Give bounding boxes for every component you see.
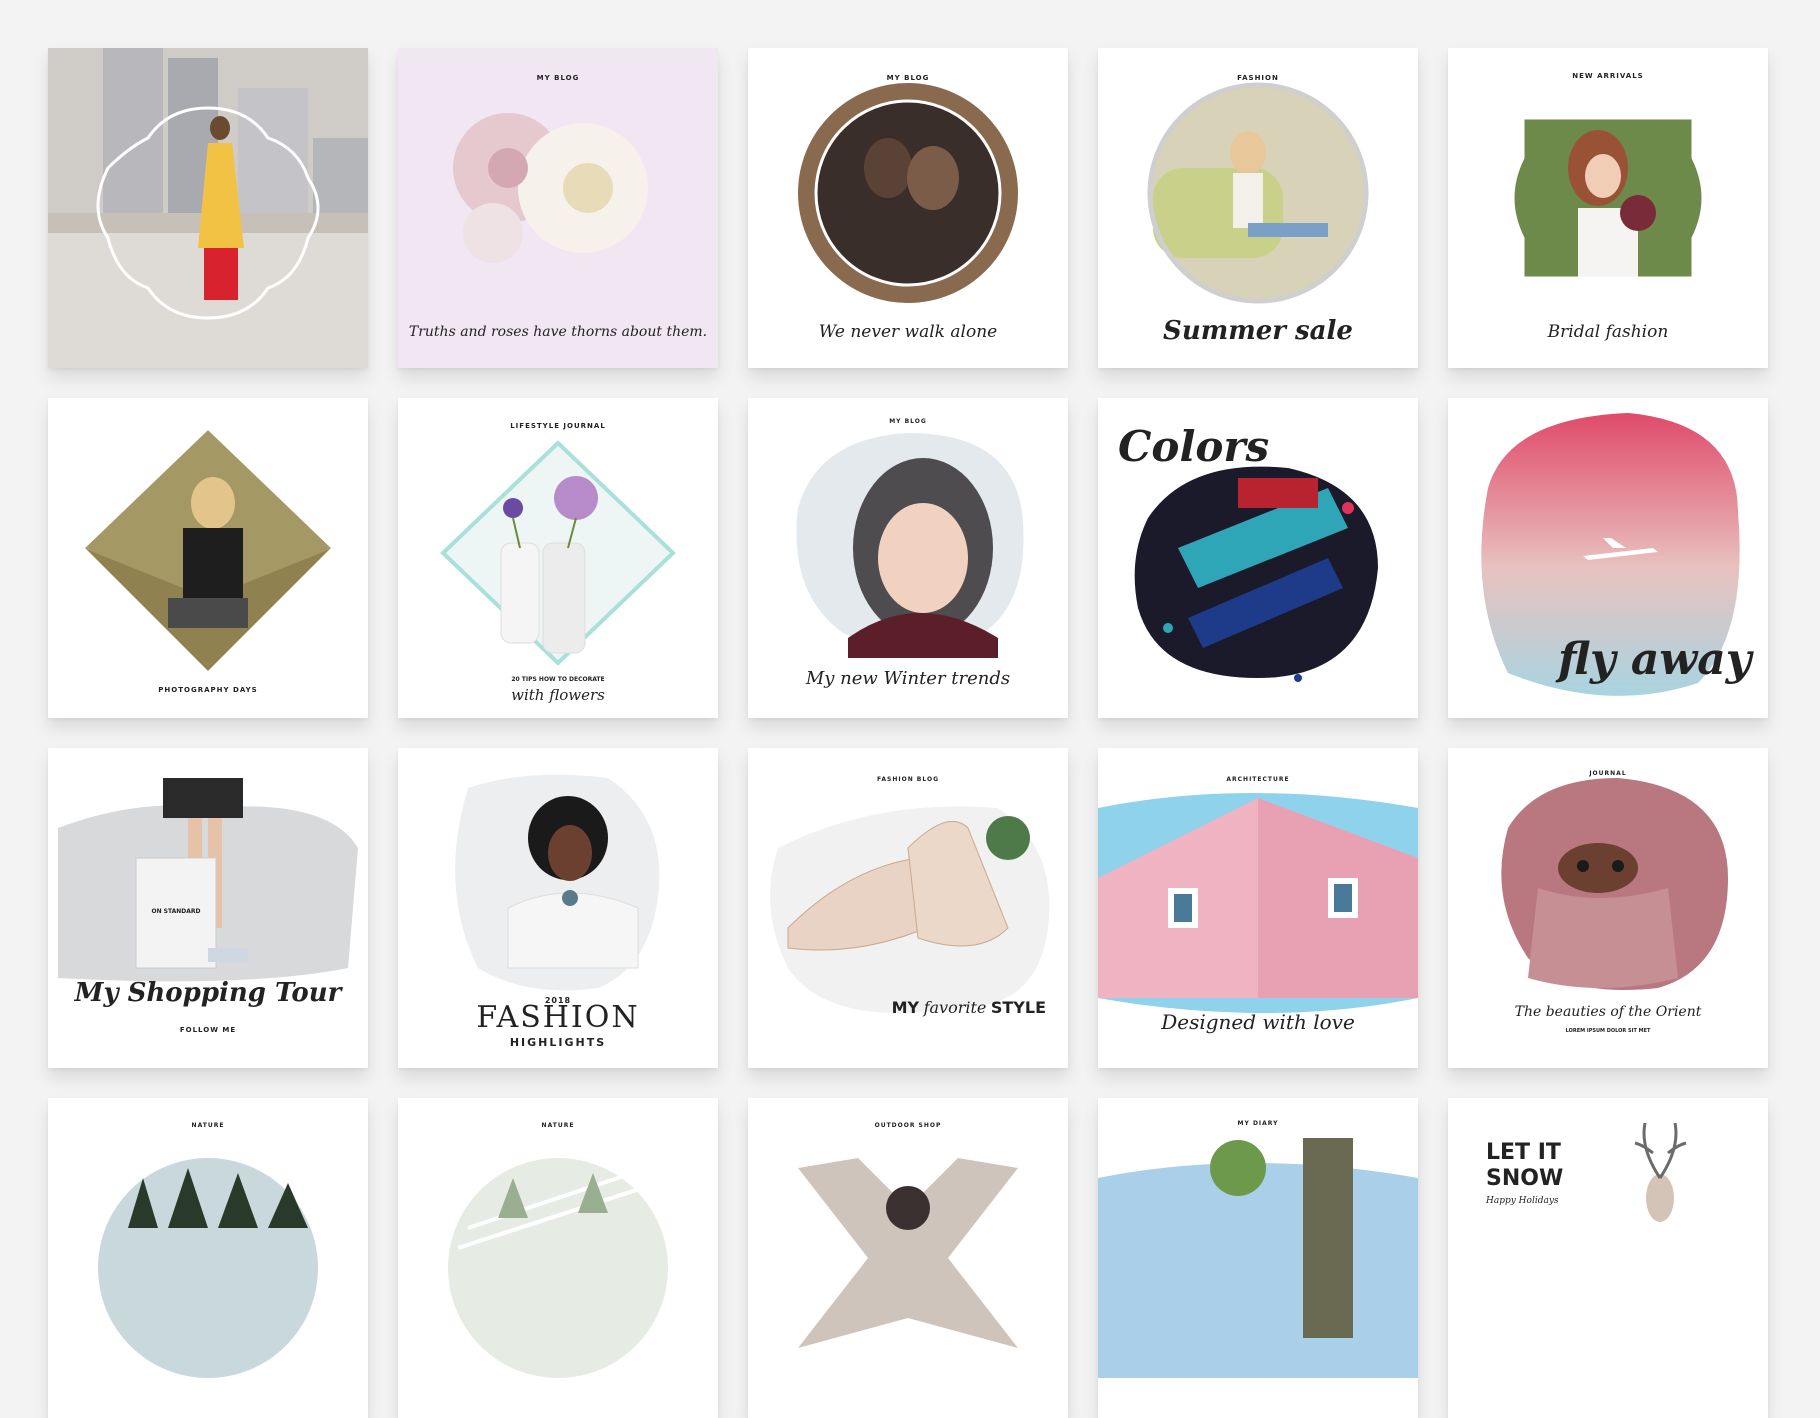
template-card-15[interactable]: JOURNAL The beauties of the Orient LOREM… — [1448, 748, 1768, 1068]
card-title: FASHION — [476, 1000, 640, 1035]
template-card-3[interactable]: MY BLOG We never walk alone — [748, 48, 1068, 368]
template-card-2[interactable]: MY BLOG Truths and roses have thorns abo… — [398, 48, 718, 368]
card-subtitle: HIGHLIGHTS — [509, 1036, 607, 1049]
forest-photo — [98, 1158, 318, 1378]
template-card-7[interactable]: LIFESTYLE JOURNAL 20 TIPS HOW TO DECORAT… — [398, 398, 718, 718]
vases-photo — [440, 440, 676, 666]
card-top-label: ARCHITECTURE — [1226, 776, 1290, 783]
template-card-16[interactable]: NATURE — [48, 1098, 368, 1418]
scarf-woman-photo — [1501, 778, 1728, 990]
card-title-line-1: LET IT — [1486, 1140, 1561, 1165]
template-card-9[interactable]: Colors — [1098, 398, 1418, 718]
caption-part-2: favorite — [923, 998, 987, 1017]
card-caption: We never walk alone — [818, 322, 998, 342]
card-caption: Truths and roses have thorns about them. — [408, 324, 708, 340]
template-card-13[interactable]: FASHION BLOG MY favorite STYLE — [748, 748, 1068, 1068]
card-top-label: MY BLOG — [889, 418, 927, 425]
outdoor-photo — [798, 1158, 1018, 1348]
card-caption: Summer sale — [1163, 316, 1353, 346]
card-caption: The beauties of the Orient — [1514, 1004, 1702, 1020]
template-card-1[interactable] — [48, 48, 368, 368]
card-caption: Bridal fashion — [1547, 322, 1669, 342]
card-top-label: FASHION — [1237, 74, 1279, 82]
bag-print: ON STANDARD — [151, 908, 201, 915]
template-card-14[interactable]: ARCHITECTURE Designed with love — [1098, 748, 1418, 1068]
card-bottom-label: PHOTOGRAPHY DAYS — [158, 686, 258, 694]
card-small-label: LOREM IPSUM DOLOR SIT MET — [1565, 1028, 1651, 1034]
card-bottom-label: FOLLOW ME — [179, 1026, 237, 1034]
template-card-11[interactable]: ON STANDARD My Shopping Tour FOLLOW ME — [48, 748, 368, 1068]
card-title-line-2: SNOW — [1486, 1166, 1564, 1191]
card-top-label: LIFESTYLE JOURNAL — [510, 422, 606, 430]
card-top-label: MY DIARY — [1237, 1120, 1279, 1127]
card-top-label: OUTDOOR SHOP — [874, 1122, 942, 1129]
template-card-5[interactable]: NEW ARRIVALS Bridal fashion — [1448, 48, 1768, 368]
grass-woman-photo — [80, 425, 336, 676]
card-caption: fly away — [1558, 634, 1752, 685]
card-top-label: NEW ARRIVALS — [1572, 72, 1644, 80]
tree-stump-photo — [1098, 1138, 1418, 1378]
bride-photo — [1511, 116, 1705, 280]
caption-part-1: MY — [891, 998, 920, 1017]
city-woman-photo — [48, 48, 368, 368]
template-card-4[interactable]: FASHION Summer sale — [1098, 48, 1418, 368]
roses-photo — [398, 48, 718, 368]
card-caption: My new Winter trends — [805, 668, 1011, 689]
template-card-12[interactable]: 2018 FASHION HIGHLIGHTS — [398, 748, 718, 1068]
misty-forest-photo — [448, 1158, 668, 1378]
card-caption: Colors — [1118, 422, 1270, 471]
card-caption: My Shopping Tour — [74, 978, 342, 1008]
card-top-label: JOURNAL — [1589, 770, 1627, 777]
card-caption: Happy Holidays — [1486, 1196, 1559, 1206]
card-small-label: 20 TIPS HOW TO DECORATE — [511, 676, 605, 683]
couple-photo — [798, 83, 1018, 303]
template-card-19[interactable]: MY DIARY — [1098, 1098, 1418, 1418]
caption-part-3: STYLE — [990, 998, 1046, 1017]
template-card-10[interactable]: fly away — [1448, 398, 1768, 718]
card-top-label: NATURE — [191, 1122, 225, 1129]
card-caption: Designed with love — [1161, 1010, 1355, 1034]
card-top-label: FASHION BLOG — [876, 776, 940, 783]
template-card-20[interactable]: LET IT SNOW Happy Holidays — [1448, 1098, 1768, 1418]
shoes-photo — [770, 806, 1050, 1013]
template-card-18[interactable]: OUTDOOR SHOP — [748, 1098, 1068, 1418]
card-top-label: MY BLOG — [536, 74, 580, 82]
template-card-17[interactable]: NATURE — [398, 1098, 718, 1418]
card-caption: with flowers — [511, 686, 605, 704]
template-card-8[interactable]: MY BLOG My new Winter trends — [748, 398, 1068, 718]
shopping-tote-photo — [58, 778, 358, 982]
template-card-6[interactable]: PHOTOGRAPHY DAYS — [48, 398, 368, 718]
card-top-label: MY BLOG — [886, 74, 930, 82]
card-top-label: NATURE — [541, 1122, 575, 1129]
card-caption: MY favorite STYLE — [892, 998, 1046, 1018]
